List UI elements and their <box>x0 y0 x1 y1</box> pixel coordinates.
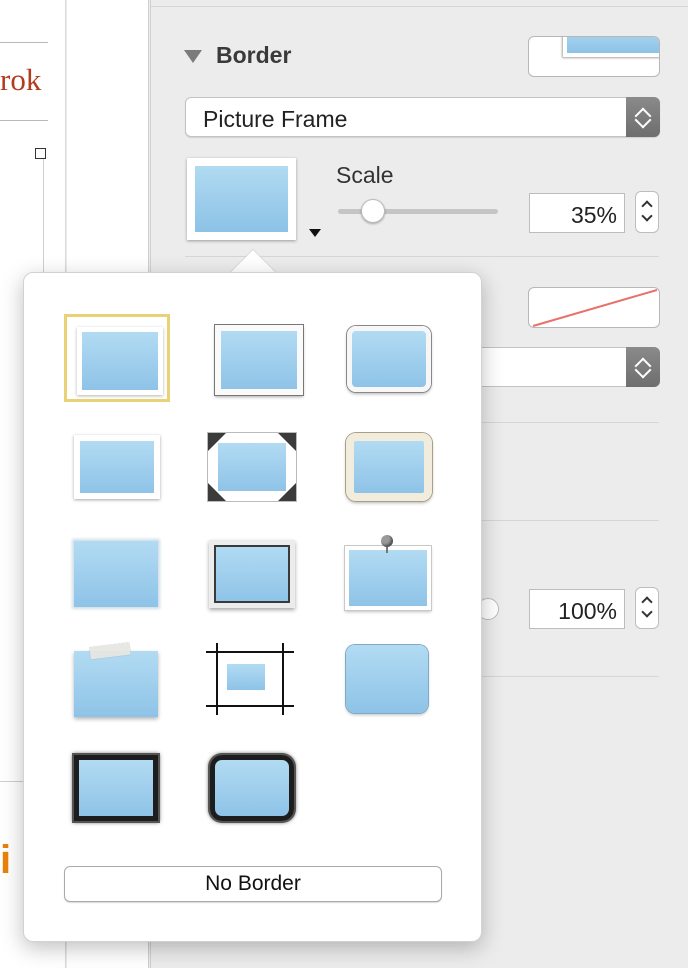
document-rule <box>0 120 48 121</box>
frame-option-rounded-cream[interactable] <box>336 423 442 511</box>
sketch-line <box>206 705 294 707</box>
sketch-line <box>282 643 284 715</box>
document-orange-fragment: i <box>0 838 12 882</box>
frame-option-taped[interactable] <box>64 637 170 725</box>
frame-sample <box>210 755 294 821</box>
scale-value-field[interactable]: 35% <box>529 193 625 233</box>
scale-stepper[interactable] <box>635 191 659 233</box>
frame-sample <box>346 645 428 713</box>
frame-option-photo-corners[interactable] <box>64 423 170 511</box>
frame-option-charcoal[interactable] <box>64 745 170 833</box>
scale-slider-knob[interactable] <box>361 199 386 223</box>
frame-swatch-picture <box>195 166 288 232</box>
frame-sample <box>222 659 270 695</box>
frame-sample <box>74 755 158 821</box>
frame-sample <box>346 433 432 501</box>
popup-stepper-icon[interactable] <box>626 97 660 137</box>
opacity-stepper[interactable] <box>635 587 659 629</box>
shadow-type-popup[interactable] <box>471 347 660 387</box>
frame-option-pushpin[interactable] <box>336 531 442 619</box>
frame-option-rounded-gray[interactable] <box>336 317 442 405</box>
pushpin-icon <box>381 535 393 547</box>
popup-stepper-icon[interactable] <box>626 347 660 387</box>
border-section-title[interactable]: Border <box>216 42 291 69</box>
frame-sample <box>347 326 431 392</box>
frame-option-rounded-edge[interactable] <box>336 637 442 725</box>
frame-option-deckled-edge[interactable] <box>64 531 170 619</box>
dropdown-arrow-icon[interactable] <box>309 229 321 237</box>
frame-option-sketch-lines[interactable] <box>198 639 304 727</box>
frame-style-swatch[interactable] <box>187 158 296 240</box>
frame-option-simple-white[interactable] <box>64 314 170 402</box>
panel-divider <box>151 6 688 7</box>
sketch-line <box>216 643 218 715</box>
frame-sample <box>74 541 158 607</box>
opacity-value-field[interactable]: 100% <box>529 589 625 629</box>
picture-frame-popover: No Border <box>23 272 482 942</box>
no-color-well[interactable] <box>528 287 660 328</box>
frame-sample <box>77 327 163 395</box>
frame-option-rounded-charcoal[interactable] <box>200 745 306 833</box>
frame-option-black-corners[interactable] <box>198 423 304 511</box>
border-type-value: Picture Frame <box>203 106 348 132</box>
sketch-line <box>206 651 294 653</box>
frame-sample <box>209 540 295 608</box>
frame-sample <box>345 546 431 610</box>
resize-handle[interactable] <box>35 148 46 159</box>
frame-option-dark-inner[interactable] <box>200 531 306 619</box>
border-type-popup[interactable]: Picture Frame <box>185 97 660 137</box>
document-rule <box>0 42 48 43</box>
frame-sample <box>74 435 160 499</box>
popover-pointer <box>230 250 276 273</box>
disclosure-triangle-icon[interactable] <box>184 50 202 63</box>
no-color-slash-icon <box>532 289 658 327</box>
document-text-fragment: rok <box>0 62 42 97</box>
frame-sample <box>214 324 304 396</box>
no-border-button[interactable]: No Border <box>64 866 442 902</box>
picture-frame-preview <box>563 37 659 57</box>
scale-label: Scale <box>336 162 394 188</box>
frame-sample <box>74 651 158 717</box>
frame-option-gray-matte[interactable] <box>205 317 311 405</box>
frame-sample <box>208 433 296 501</box>
border-preview-well[interactable] <box>528 36 660 77</box>
